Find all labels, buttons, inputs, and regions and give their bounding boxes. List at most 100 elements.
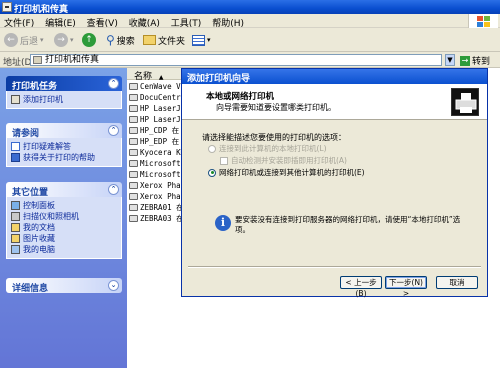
go-button[interactable]: → 转到 <box>460 54 490 67</box>
back-arrow-icon: ← <box>4 33 18 47</box>
printing-help-link[interactable]: 获得关于打印的帮助 <box>11 152 117 163</box>
see-also-title: 请参阅 <box>12 129 40 139</box>
scanners-cameras-link[interactable]: 扫描仪和照相机 <box>11 211 117 222</box>
local-printer-label: 连接到此计算机的本地打印机(L) <box>219 144 327 153</box>
printer-icon <box>129 82 138 90</box>
autodetect-label: 自动检测并安装即插即用打印机(A) <box>231 156 347 165</box>
forward-arrow-icon: → <box>54 33 68 47</box>
back-step-button[interactable]: < 上一步(B) <box>340 276 382 298</box>
help-icon <box>11 153 20 162</box>
menu-bar: 文件(F) 编辑(E) 查看(V) 收藏(A) 工具(T) 帮助(H) <box>0 14 500 29</box>
cancel-label: 取消 <box>449 278 465 287</box>
list-item[interactable]: HP_CDP 在 j <box>129 125 188 135</box>
see-also-panel: 请参阅 ⌃ 打印疑难解答 获得关于打印的帮助 <box>6 123 122 167</box>
other-places-header[interactable]: 其它位置 ⌃ <box>6 182 122 198</box>
network-printer-option[interactable]: 网络打印机或连接到其他计算机的打印机(E) <box>208 167 365 178</box>
printer-icon <box>129 93 138 101</box>
go-label: 转到 <box>472 57 491 67</box>
wizard-header: 本地或网络打印机 向导需要知道要设置哪类打印机。 <box>182 84 487 120</box>
printer-tasks-header[interactable]: 打印机任务 ⌃ <box>6 76 122 92</box>
views-dropdown-icon: ▾ <box>207 36 211 44</box>
printer-icon <box>129 181 138 189</box>
troubleshoot-printing-label: 打印疑难解答 <box>23 142 71 151</box>
printer-tasks-panel: 打印机任务 ⌃ 添加打印机 <box>6 76 122 109</box>
list-item[interactable]: HP_EDP 在 j <box>129 136 188 146</box>
printer-graphic <box>455 93 477 113</box>
search-button[interactable]: ⚲ 搜索 <box>106 31 135 49</box>
printer-icon <box>451 88 479 116</box>
see-also-header[interactable]: 请参阅 ⌃ <box>6 123 122 139</box>
cancel-button[interactable]: 取消 <box>436 276 478 289</box>
back-label: 后退 <box>20 36 39 47</box>
checkbox-autodetect[interactable] <box>220 156 228 165</box>
info-text: 要安装没有连接到打印服务器的网络打印机，请使用“本地打印机”选项。 <box>235 215 461 234</box>
wizard-heading: 本地或网络打印机 <box>206 92 275 102</box>
control-panel-icon <box>11 201 20 210</box>
next-step-button[interactable]: 下一步(N) > <box>385 276 427 298</box>
collapse-chevron-icon[interactable]: ⌃ <box>108 78 119 89</box>
back-button[interactable]: ← 后退 ▾ <box>4 31 44 49</box>
details-header[interactable]: 详细信息 ⌄ <box>6 278 122 294</box>
sort-arrow-icon: ▲ <box>158 74 164 81</box>
printer-folder-small-icon <box>33 56 42 64</box>
folders-button[interactable]: 文件夹 <box>143 31 185 49</box>
go-arrow-icon: → <box>460 55 470 66</box>
other-places-panel: 其它位置 ⌃ 控制面板 扫描仪和照相机 我的文档 图片收藏 我的电脑 <box>6 182 122 259</box>
printer-icon <box>129 214 138 222</box>
my-computer-label: 我的电脑 <box>23 245 55 254</box>
info-icon: i <box>215 215 231 231</box>
documents-folder-icon <box>11 223 20 232</box>
printer-icon <box>129 170 138 178</box>
search-icon: ⚲ <box>106 33 115 47</box>
see-also-body: 打印疑难解答 获得关于打印的帮助 <box>6 138 122 167</box>
printer-icon <box>129 137 138 145</box>
my-pictures-link[interactable]: 图片收藏 <box>11 233 117 244</box>
help-book-icon <box>11 142 20 151</box>
radio-network[interactable] <box>208 168 216 177</box>
troubleshoot-printing-link[interactable]: 打印疑难解答 <box>11 141 117 152</box>
collapse-chevron-icon[interactable]: ⌃ <box>108 184 119 195</box>
printer-tasks-title: 打印机任务 <box>12 82 58 92</box>
printer-icon <box>129 104 138 112</box>
computer-icon <box>11 245 20 254</box>
scanner-icon <box>11 212 20 221</box>
details-title: 详细信息 <box>12 284 49 294</box>
wizard-subheading: 向导需要知道要设置哪类打印机。 <box>216 103 336 112</box>
next-step-label: 下一步(N) > <box>389 278 423 298</box>
printer-icon <box>129 115 138 123</box>
autodetect-option[interactable]: 自动检测并安装即插即用打印机(A) <box>220 155 347 166</box>
views-button[interactable]: ▾ <box>192 31 211 49</box>
network-printer-label: 网络打印机或连接到其他计算机的打印机(E) <box>219 168 365 177</box>
column-header-name[interactable]: 名称 ▲ <box>127 68 187 82</box>
control-panel-link[interactable]: 控制面板 <box>11 200 117 211</box>
printer-icon <box>129 192 138 200</box>
add-printer-link[interactable]: 添加打印机 <box>11 94 117 105</box>
address-dropdown-button[interactable]: ▼ <box>445 54 455 66</box>
up-folder-button[interactable]: ↑ <box>82 31 96 49</box>
expand-chevron-icon[interactable]: ⌄ <box>108 280 119 291</box>
add-printer-label: 添加打印机 <box>23 95 63 104</box>
wizard-title: 添加打印机向导 <box>187 74 251 84</box>
wizard-title-bar[interactable]: 添加打印机向导 <box>182 69 487 84</box>
my-documents-link[interactable]: 我的文档 <box>11 222 117 233</box>
address-value: 打印机和传真 <box>45 55 100 65</box>
address-bar: 地址(D) 打印机和传真 ▼ → 转到 <box>0 52 500 68</box>
my-computer-link[interactable]: 我的电脑 <box>11 244 117 255</box>
add-printer-icon <box>11 95 20 104</box>
my-documents-label: 我的文档 <box>23 223 55 232</box>
printer-tasks-body: 添加打印机 <box>6 91 122 109</box>
collapse-chevron-icon[interactable]: ⌃ <box>108 125 119 136</box>
local-printer-option[interactable]: 连接到此计算机的本地打印机(L) <box>208 143 327 154</box>
back-step-label: < 上一步(B) <box>345 278 377 298</box>
pictures-folder-icon <box>11 234 20 243</box>
radio-local[interactable] <box>208 144 216 153</box>
forward-button[interactable]: → ▾ <box>54 31 74 49</box>
address-input[interactable]: 打印机和传真 <box>30 54 442 66</box>
details-panel: 详细信息 ⌄ <box>6 278 122 294</box>
printer-icon <box>129 126 138 134</box>
list-item[interactable]: ZEBRA03 在 <box>129 213 184 223</box>
printing-help-label: 获得关于打印的帮助 <box>23 153 95 162</box>
printer-icon <box>129 203 138 211</box>
list-item[interactable]: ZEBRA01 在 <box>129 202 184 212</box>
windows-logo-icon <box>468 14 498 28</box>
